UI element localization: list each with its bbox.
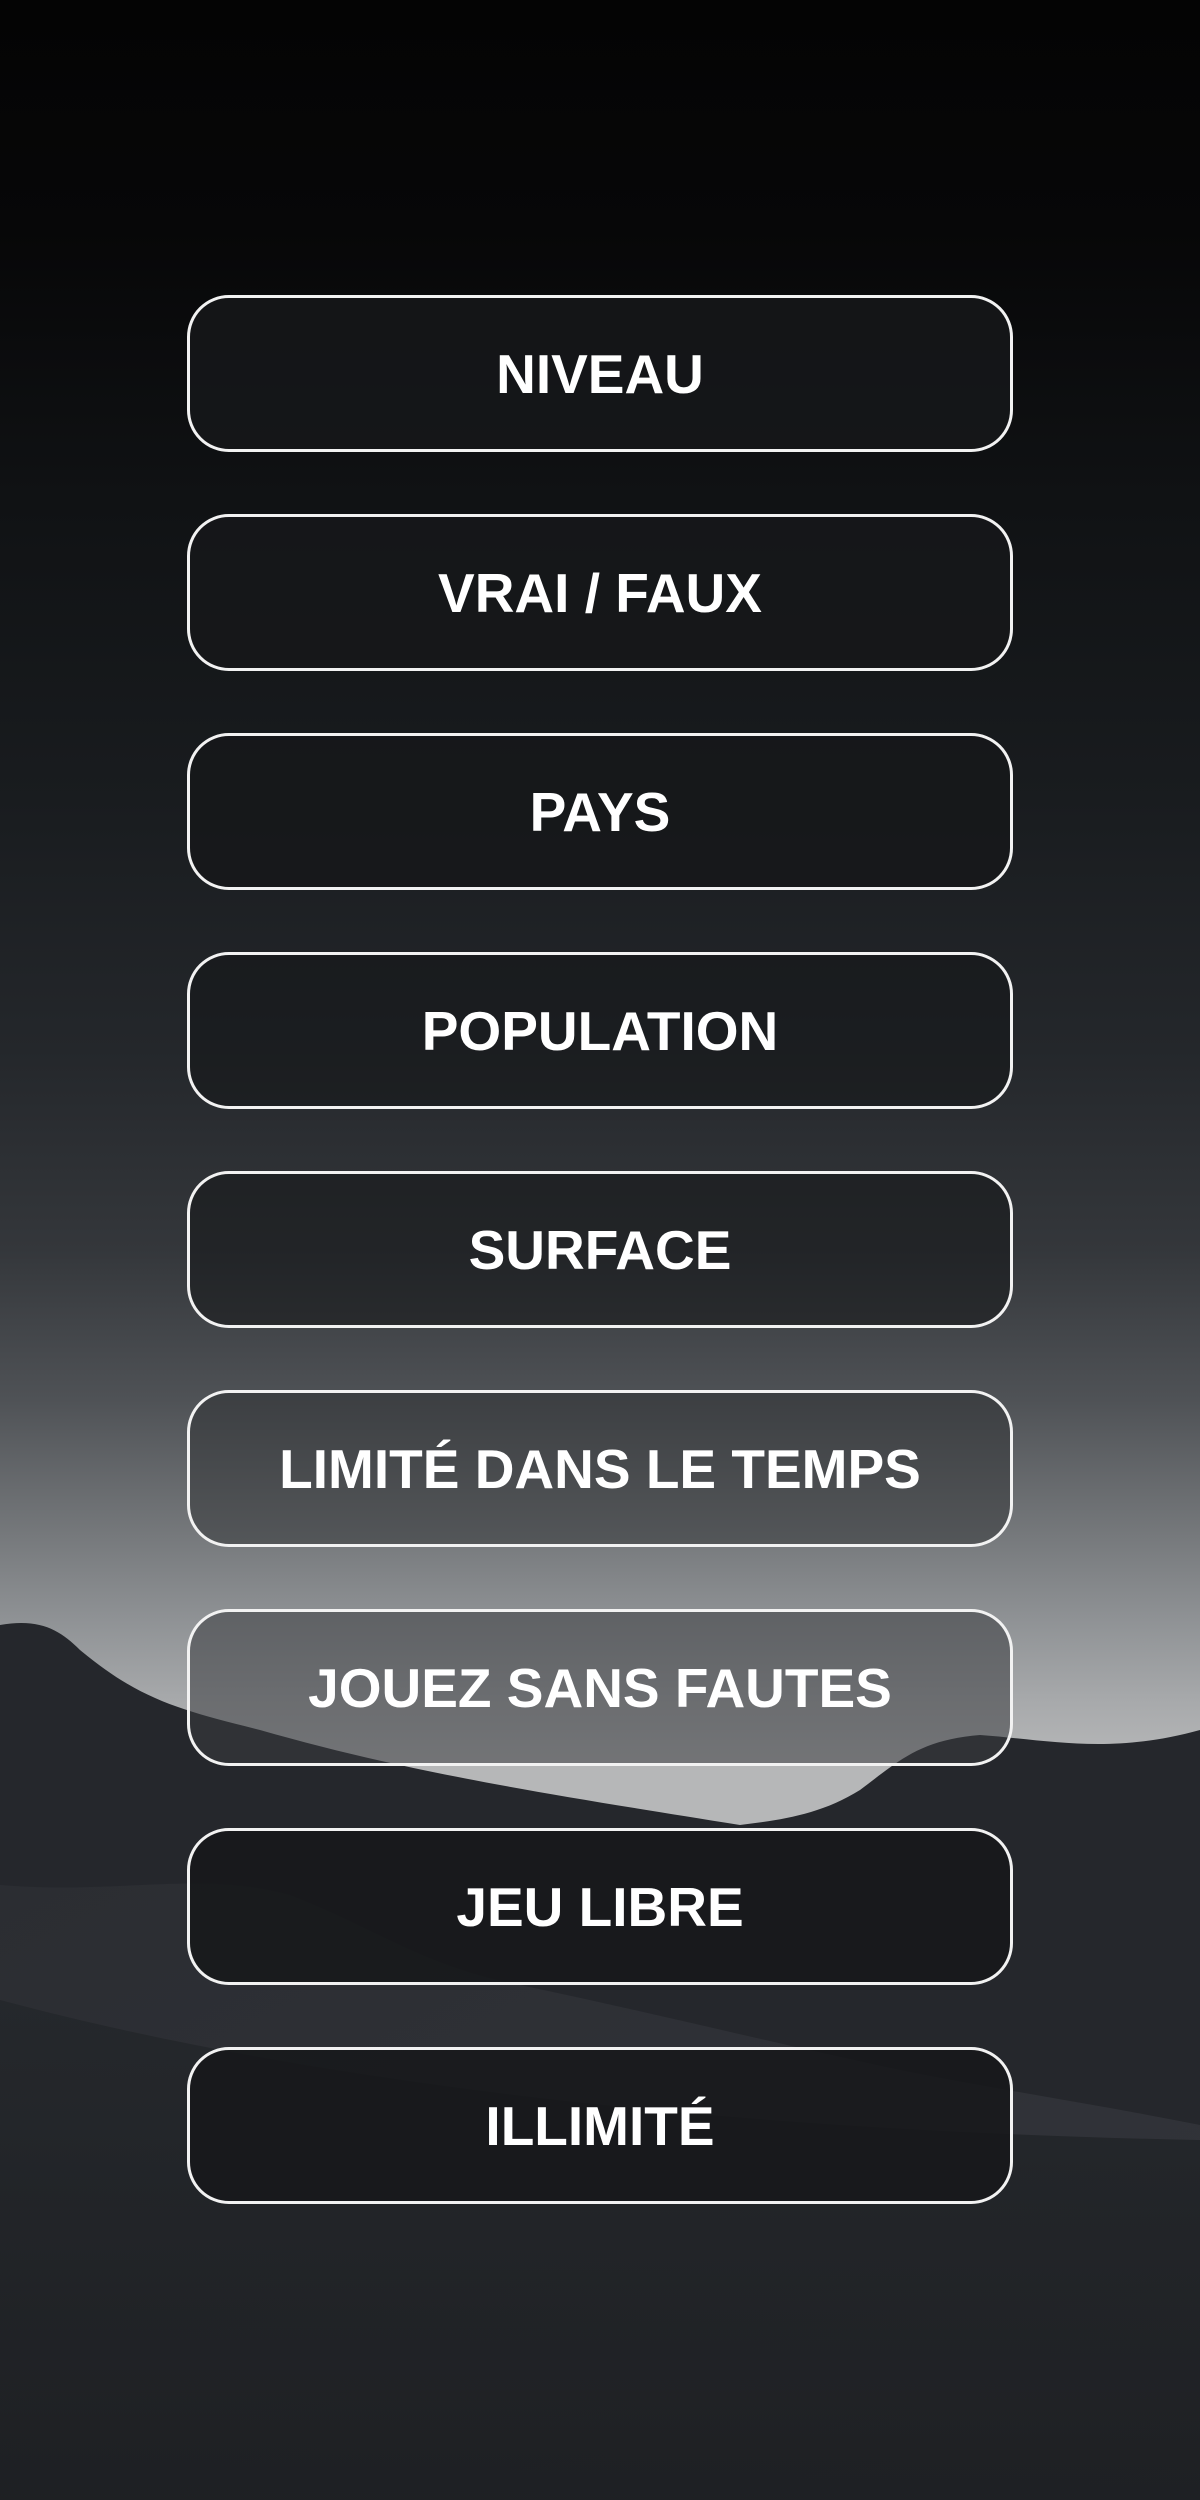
menu-button-niveau[interactable]: NIVEAU	[187, 295, 1013, 452]
menu-button-limite-dans-le-temps[interactable]: LIMITÉ DANS LE TEMPS	[187, 1390, 1013, 1547]
menu-button-surface[interactable]: SURFACE	[187, 1171, 1013, 1328]
game-mode-menu-screen: NIVEAU VRAI / FAUX PAYS POPULATION SURFA…	[0, 0, 1200, 2500]
menu-button-illimite[interactable]: ILLIMITÉ	[187, 2047, 1013, 2204]
menu-button-population[interactable]: POPULATION	[187, 952, 1013, 1109]
menu-button-vrai-faux[interactable]: VRAI / FAUX	[187, 514, 1013, 671]
menu-button-jouez-sans-fautes[interactable]: JOUEZ SANS FAUTES	[187, 1609, 1013, 1766]
menu-button-pays[interactable]: PAYS	[187, 733, 1013, 890]
mode-menu: NIVEAU VRAI / FAUX PAYS POPULATION SURFA…	[187, 295, 1013, 2266]
menu-button-jeu-libre[interactable]: JEU LIBRE	[187, 1828, 1013, 1985]
